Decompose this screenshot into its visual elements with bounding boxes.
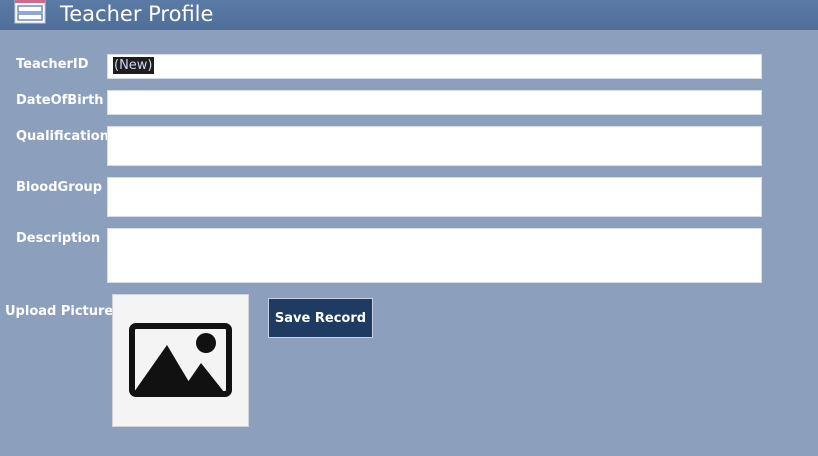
form-icon [14,0,46,24]
upload-picture-box[interactable] [112,294,249,427]
blood-group-label: BloodGroup [16,180,103,195]
teacher-id-label: TeacherID [16,57,89,72]
date-of-birth-field[interactable] [107,90,762,115]
save-record-button[interactable]: Save Record [268,298,373,338]
page-title: Teacher Profile [60,2,214,26]
image-placeholder-icon [129,323,232,397]
qualification-label: Qualification [16,129,109,144]
description-field[interactable] [107,228,762,283]
description-label: Description [16,231,101,246]
blood-group-field[interactable] [107,177,762,217]
teacher-id-value: (New) [113,57,154,74]
upload-picture-label: Upload Picture [5,304,114,319]
date-of-birth-label: DateOfBirth [16,93,104,108]
teacher-id-field[interactable]: (New) [107,54,762,79]
qualification-field[interactable] [107,126,762,166]
form-header: Teacher Profile [0,0,818,30]
